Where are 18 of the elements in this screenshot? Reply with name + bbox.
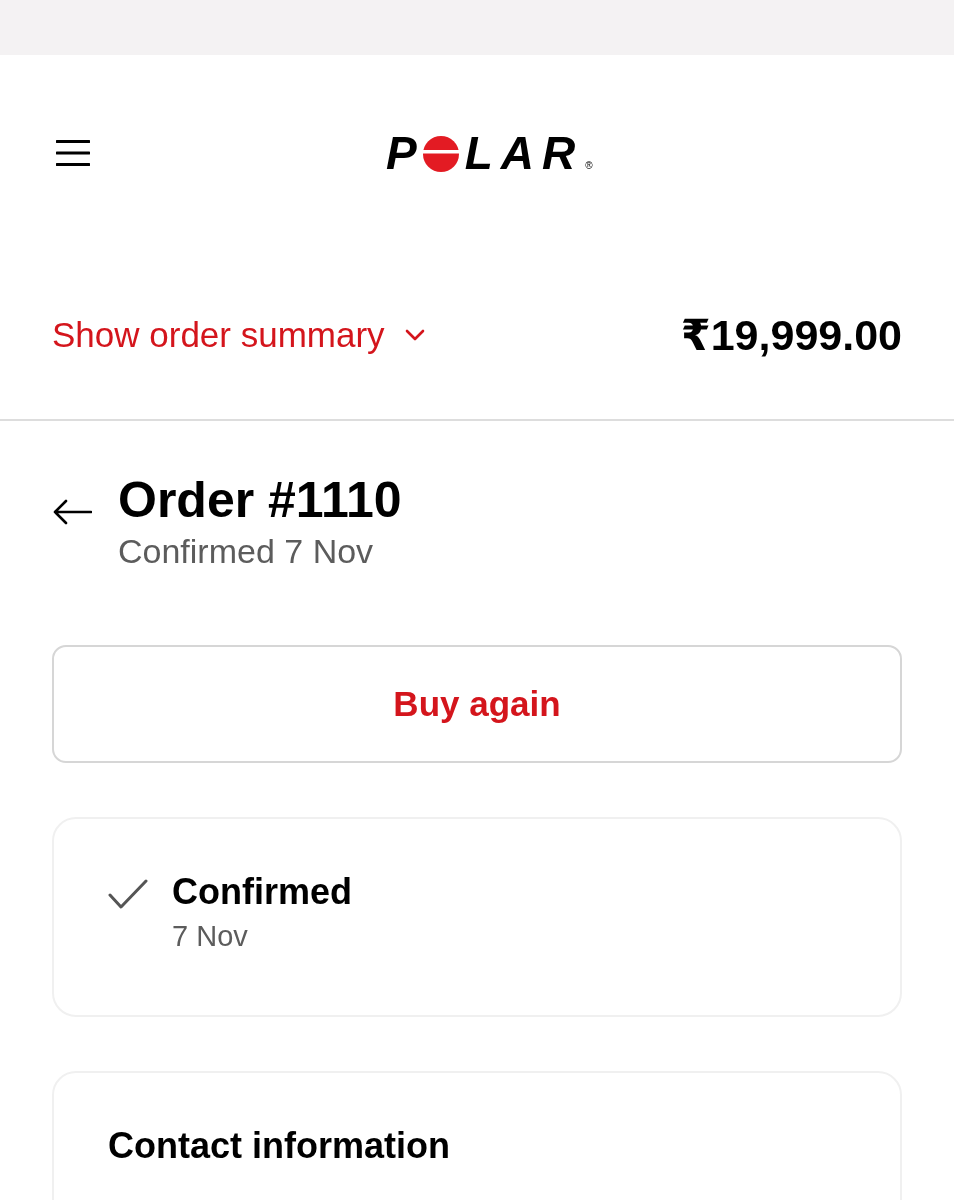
menu-button[interactable] — [56, 139, 90, 167]
buy-again-button[interactable]: Buy again — [52, 645, 902, 763]
menu-icon — [56, 139, 90, 167]
registered-mark: ® — [585, 160, 593, 172]
back-arrow-icon — [52, 499, 92, 525]
order-subtitle: Confirmed 7 Nov — [118, 531, 375, 571]
back-button[interactable] — [52, 499, 92, 525]
order-total: ₹19,999.00 — [679, 309, 903, 361]
status-date: 7 Nov — [172, 919, 248, 953]
contact-title: Contact information — [108, 1125, 450, 1167]
logo-trail-text: LAR — [463, 133, 585, 173]
order-title: Order #1110 — [118, 471, 402, 529]
striped-disc-icon — [422, 136, 459, 172]
order-summary-toggle[interactable]: Show order summary — [46, 308, 431, 362]
logo-lead-text: P — [386, 133, 418, 173]
status-title: Confirmed — [172, 871, 352, 913]
polar-logo[interactable]: P LAR® — [386, 133, 595, 173]
chevron-icon — [404, 329, 425, 341]
